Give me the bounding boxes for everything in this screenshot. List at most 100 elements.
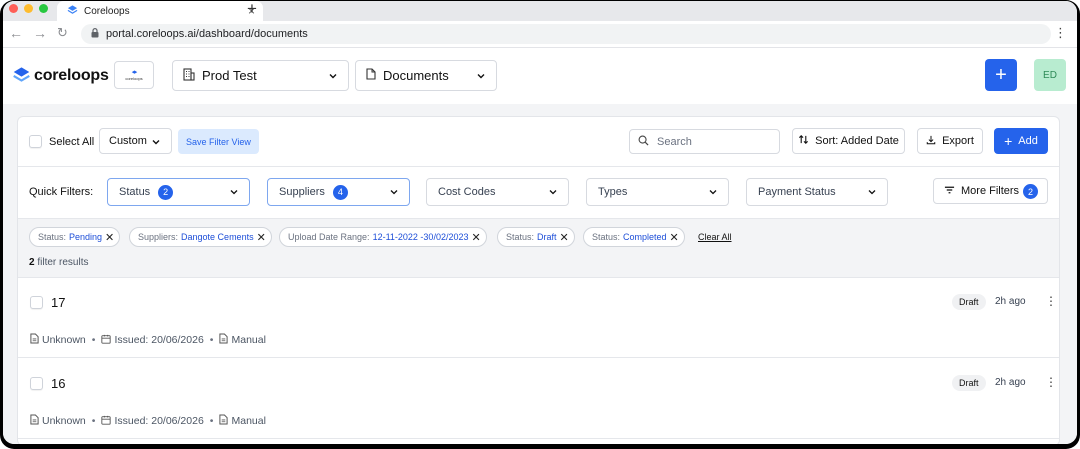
document-meta: Unknown • Issued: 20/06/2026 • Manual <box>30 333 266 347</box>
app-header: coreloops coreloops Prod Test Documents <box>3 48 1077 104</box>
search-input[interactable]: Search <box>629 129 780 154</box>
view-dropdown[interactable]: Custom <box>99 128 172 154</box>
document-age: 2h ago <box>995 377 1026 388</box>
chevron-down-icon <box>708 187 718 200</box>
org-thumb-text: coreloops <box>125 75 143 81</box>
building-icon <box>183 67 195 84</box>
select-all-checkbox[interactable] <box>29 135 42 148</box>
minimize-window-button[interactable] <box>24 4 33 13</box>
more-vertical-icon[interactable]: ⋮ <box>1045 294 1057 308</box>
more-vertical-icon[interactable]: ⋮ <box>1045 375 1057 389</box>
chip-key: Status: <box>506 232 535 242</box>
more-filters-label: More Filters <box>961 185 1020 197</box>
document-issued: Issued: 20/06/2026 <box>114 415 204 427</box>
payment-status-filter[interactable]: Payment Status <box>746 178 888 206</box>
result-text: filter results <box>37 257 89 268</box>
status-badge: Draft <box>952 375 986 391</box>
section-dropdown[interactable]: Documents <box>355 60 497 91</box>
calendar-icon <box>101 415 114 428</box>
org-dropdown[interactable]: Prod Test <box>172 60 349 91</box>
view-dropdown-label: Custom <box>109 135 147 147</box>
logo-text: coreloops <box>34 67 109 84</box>
chevron-down-icon <box>867 187 877 200</box>
filter-chip: Upload Date Range: 12-11-2022 -30/02/202… <box>279 227 487 247</box>
separator: • <box>91 415 96 427</box>
back-icon[interactable]: ← <box>9 25 23 41</box>
layers-icon <box>13 66 30 86</box>
list-item[interactable]: 16 Draft 2h ago ⋮ Unknown • Issued: 20/0… <box>18 359 1059 439</box>
url-field[interactable]: portal.coreloops.ai/dashboard/documents <box>81 24 1051 44</box>
document-icon <box>30 333 42 347</box>
documents-toolbar: Select All Custom Save Filter View Searc… <box>18 117 1059 167</box>
chip-key: Upload Date Range: <box>288 232 370 242</box>
sort-icon <box>798 134 809 148</box>
export-button[interactable]: Export <box>917 128 983 154</box>
types-filter-label: Types <box>598 186 628 198</box>
chevron-down-icon <box>328 70 338 84</box>
payment-status-filter-label: Payment Status <box>758 186 836 198</box>
document-source: Manual <box>231 334 266 346</box>
close-icon[interactable]: ✕ <box>560 231 569 244</box>
logo[interactable]: coreloops <box>13 66 109 86</box>
result-count: 2 <box>29 257 35 268</box>
maximize-window-button[interactable] <box>39 4 48 13</box>
chip-value: Dangote Cements <box>181 232 254 242</box>
document-supplier: Unknown <box>42 415 86 427</box>
search-icon <box>638 135 649 149</box>
filter-chip: Status: Completed ✕ <box>583 227 685 247</box>
address-bar: ← → ↻ portal.coreloops.ai/dashboard/docu… <box>3 21 1077 48</box>
org-logo-thumbnail[interactable]: coreloops <box>114 61 154 89</box>
row-checkbox[interactable] <box>30 377 43 390</box>
filter-chip: Status: Draft ✕ <box>497 227 575 247</box>
more-filters-button[interactable]: More Filters 2 <box>933 178 1048 204</box>
suppliers-filter[interactable]: Suppliers 4 <box>267 178 410 206</box>
applied-filters: Status: Pending ✕ Suppliers: Dangote Cem… <box>18 219 1059 278</box>
new-tab-button[interactable]: + <box>247 1 257 19</box>
more-vertical-icon[interactable]: ⋮ <box>1054 25 1067 41</box>
sort-button[interactable]: Sort: Added Date <box>792 128 905 154</box>
row-checkbox[interactable] <box>30 296 43 309</box>
add-button[interactable]: + Add <box>994 128 1048 154</box>
forward-icon[interactable]: → <box>33 25 47 41</box>
clear-all-link[interactable]: Clear All <box>698 232 732 242</box>
browser-tab[interactable]: Coreloops × <box>57 1 263 21</box>
filter-chip: Status: Pending ✕ <box>29 227 121 247</box>
chip-key: Status: <box>592 232 621 242</box>
document-id: 16 <box>51 376 66 391</box>
status-filter-count: 2 <box>158 184 174 200</box>
chevron-down-icon <box>151 137 161 150</box>
suppliers-filter-label: Suppliers <box>279 186 325 198</box>
types-filter[interactable]: Types <box>586 178 729 206</box>
create-button[interactable]: + <box>985 59 1017 91</box>
avatar[interactable]: ED <box>1034 59 1066 91</box>
content-area: Select All Custom Save Filter View Searc… <box>3 104 1077 444</box>
suppliers-filter-count: 4 <box>332 184 348 200</box>
list-item[interactable]: 17 Draft 2h ago ⋮ Unknown • Issued: 20/0… <box>18 278 1059 358</box>
status-filter[interactable]: Status 2 <box>107 178 250 206</box>
document-icon <box>366 68 376 83</box>
lock-icon <box>91 27 99 41</box>
reload-icon[interactable]: ↻ <box>57 25 68 41</box>
chevron-down-icon <box>389 187 399 200</box>
document-age: 2h ago <box>995 296 1026 307</box>
document-meta: Unknown • Issued: 20/06/2026 • Manual <box>30 414 266 428</box>
documents-card: Select All Custom Save Filter View Searc… <box>17 116 1060 444</box>
cost-codes-filter[interactable]: Cost Codes <box>426 178 569 206</box>
add-label: Add <box>1018 135 1038 147</box>
chip-value: Draft <box>537 232 557 242</box>
close-icon[interactable]: ✕ <box>471 231 480 244</box>
separator: • <box>91 334 96 346</box>
chevron-down-icon <box>229 187 239 200</box>
plus-icon: + <box>1004 133 1013 149</box>
close-window-button[interactable] <box>9 4 18 13</box>
close-icon[interactable]: ✕ <box>670 231 679 244</box>
chip-value: 12-11-2022 -30/02/2023 <box>372 232 469 242</box>
tab-title: Coreloops <box>84 5 130 17</box>
close-icon[interactable]: ✕ <box>105 231 114 244</box>
close-icon[interactable]: ✕ <box>257 231 266 244</box>
save-filter-view-button[interactable]: Save Filter View <box>178 129 259 154</box>
document-icon <box>219 333 231 347</box>
layers-icon <box>67 4 78 18</box>
document-supplier: Unknown <box>42 334 86 346</box>
document-icon <box>30 414 42 428</box>
